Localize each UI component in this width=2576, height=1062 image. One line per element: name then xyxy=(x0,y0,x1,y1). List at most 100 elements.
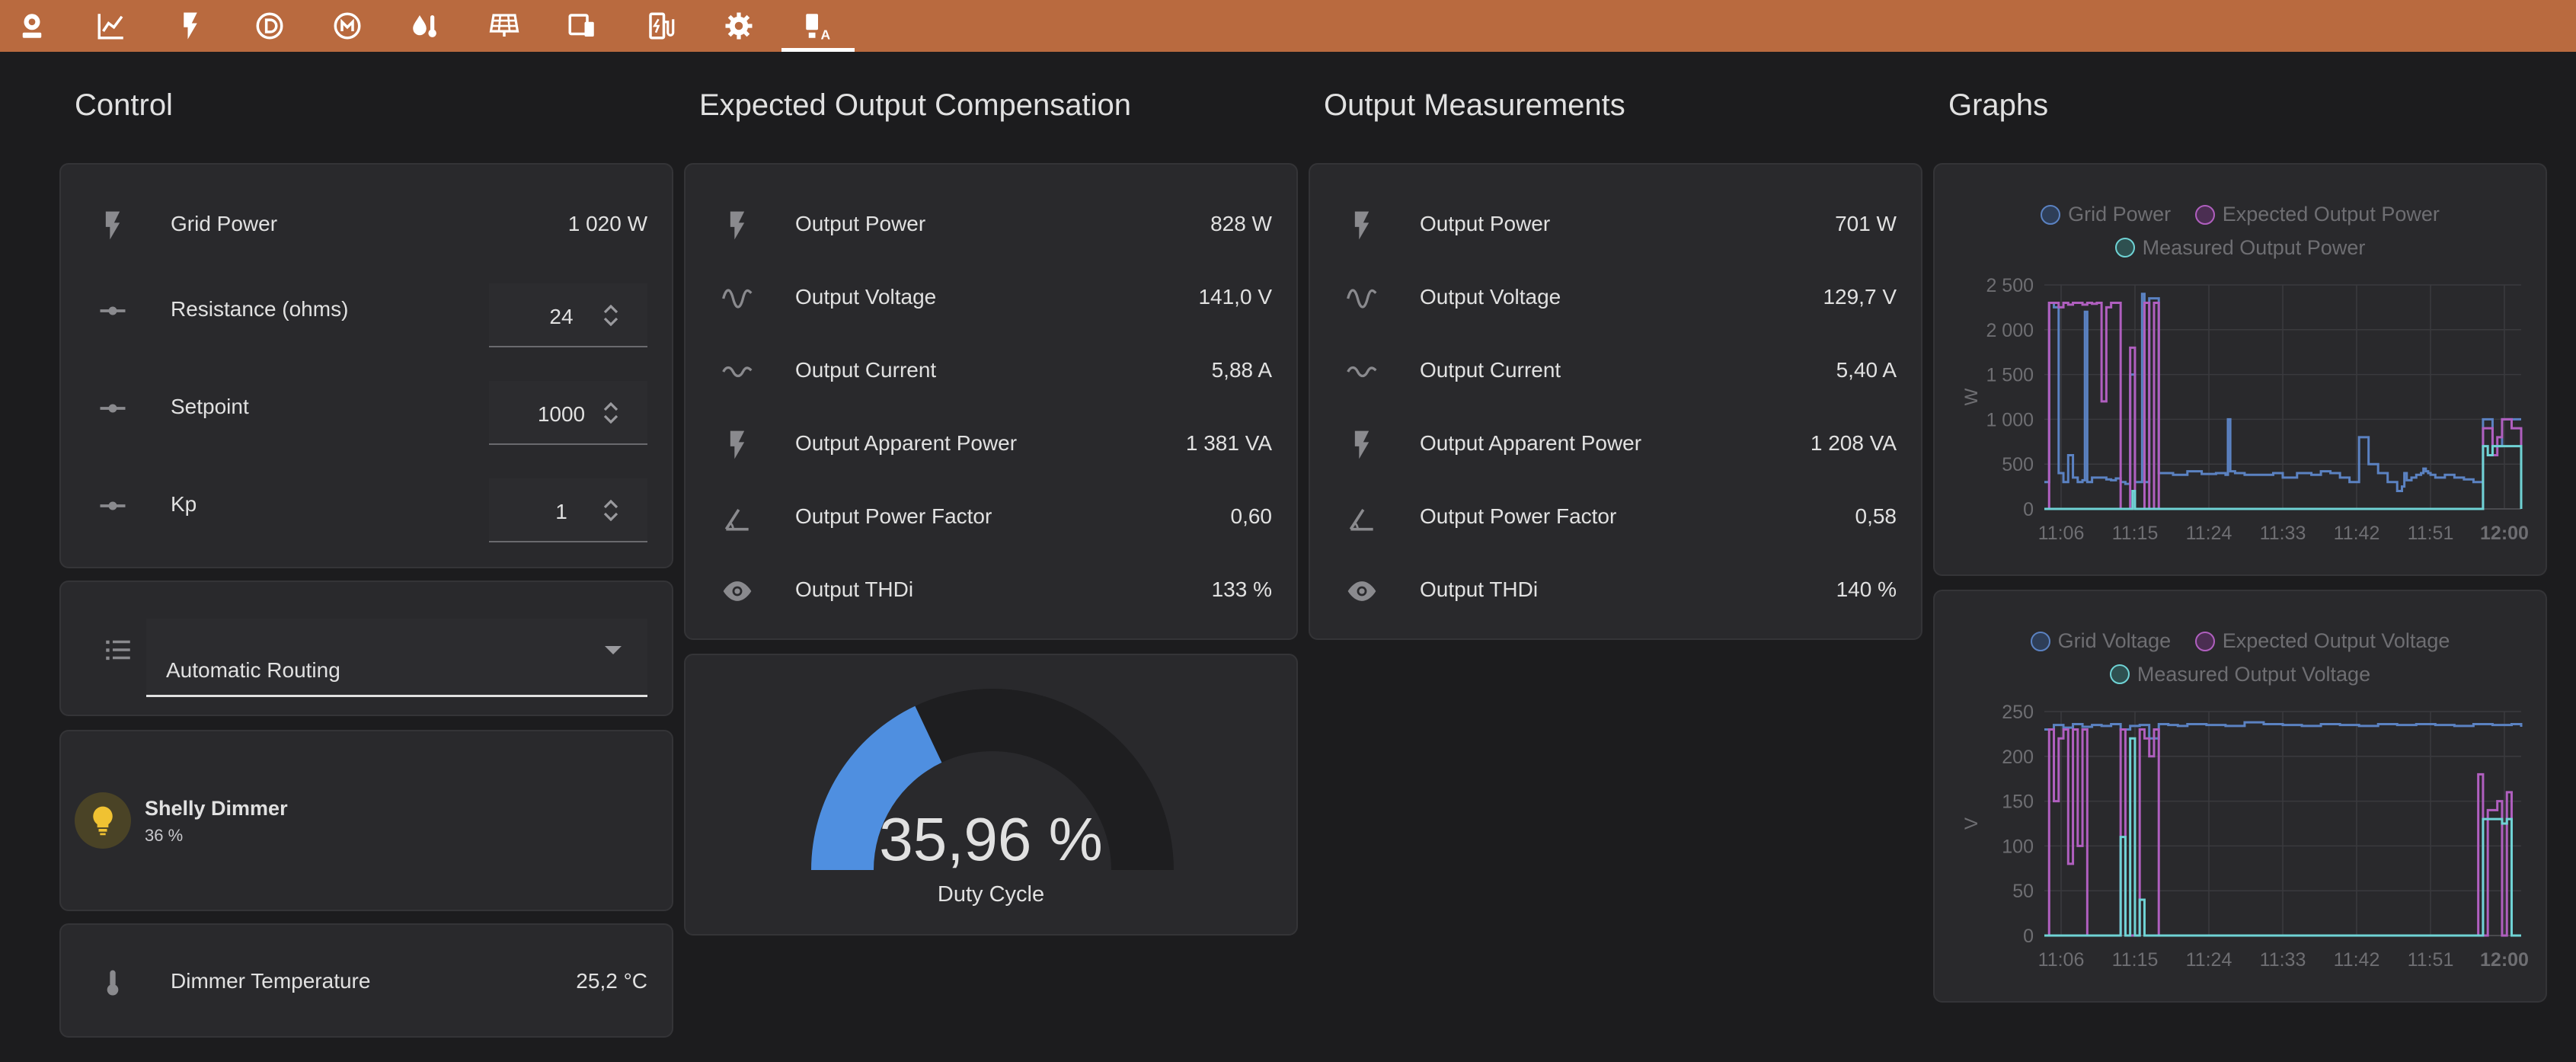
resistance-input[interactable]: 24 xyxy=(489,283,647,347)
tab-router[interactable]: A xyxy=(781,0,855,52)
power-graph-card[interactable]: Grid Power Expected Output Power Measure… xyxy=(1933,163,2547,576)
chart-line-icon xyxy=(97,14,123,40)
duty-cycle-gauge-card[interactable]: 35,96 % Duty Cycle xyxy=(684,654,1298,936)
expected-label: Output THDi xyxy=(795,577,914,601)
y-tick-label: 0 xyxy=(2023,499,2034,520)
x-tick-label: 11:51 xyxy=(2408,949,2454,971)
y-tick-label: 150 xyxy=(2002,792,2034,813)
measurement-label: Output Power xyxy=(1420,212,1551,235)
temperature-label: Dimmer Temperature xyxy=(171,969,371,993)
expected-row[interactable]: Output Power Factor 0,60 xyxy=(686,481,1296,555)
measurement-row[interactable]: Output Apparent Power 1 208 VA xyxy=(1310,408,1921,481)
graphs-title: Graphs xyxy=(1948,88,2049,122)
bulb-icon[interactable] xyxy=(75,792,131,849)
tab-energy[interactable] xyxy=(154,0,227,52)
measurement-value: 701 W xyxy=(1835,212,1897,235)
tab-history[interactable] xyxy=(75,0,148,52)
alpha-m-circle-icon xyxy=(334,12,361,40)
expected-label: Output Power Factor xyxy=(795,504,992,528)
measurement-row[interactable]: Output Power Factor 0,58 xyxy=(1310,481,1921,555)
grid-power-row[interactable]: Grid Power 1 020 W xyxy=(61,189,672,262)
measurement-row[interactable]: Output Voltage 129,7 V xyxy=(1310,262,1921,335)
measurement-row[interactable]: Output THDi 140 % xyxy=(1310,555,1921,628)
top-navigation-bar: A xyxy=(0,0,2576,52)
tab-charging[interactable] xyxy=(625,0,698,52)
setpoint-input[interactable]: 1000 xyxy=(489,381,647,445)
expected-label: Output Current xyxy=(795,358,937,382)
sine-wave-icon xyxy=(1345,282,1379,315)
flash-icon xyxy=(1345,428,1379,462)
cog-icon xyxy=(725,12,753,40)
tab-devices[interactable] xyxy=(545,0,618,52)
gauge-value: 35,96 % xyxy=(879,805,1103,873)
water-thermometer-icon xyxy=(413,15,436,37)
grid-power-label: Grid Power xyxy=(171,212,278,235)
voltage-chart: 0 50 100 150 200 250 11:06 11:15 11:24 11:33 11:42… xyxy=(1961,702,2529,971)
measurement-label: Output Power Factor xyxy=(1420,504,1617,528)
tab-settings[interactable] xyxy=(702,0,775,52)
resistance-label: Resistance (ohms) xyxy=(171,297,349,321)
kp-input[interactable]: 1 xyxy=(489,478,647,542)
temperature-row[interactable]: Dimmer Temperature 25,2 °C xyxy=(61,946,672,1019)
tab-webcam[interactable] xyxy=(0,0,69,52)
expected-value: 141,0 V xyxy=(1198,285,1272,309)
y-tick-label: 100 xyxy=(2002,836,2034,857)
control-card: Grid Power 1 020 W Resistance (ohms) 24 … xyxy=(59,163,673,568)
measurement-row[interactable]: Output Power 701 W xyxy=(1310,189,1921,262)
tab-solar[interactable] xyxy=(468,0,541,52)
y-tick-label: 250 xyxy=(2002,702,2034,723)
routing-mode-select[interactable]: Automatic Routing xyxy=(146,619,647,697)
y-tick-label: 0 xyxy=(2023,926,2034,947)
resistance-value: 24 xyxy=(549,305,574,328)
expected-row[interactable]: Output Voltage 141,0 V xyxy=(686,262,1296,335)
voltage-graph-card[interactable]: Grid Voltage Expected Output Voltage Mea… xyxy=(1933,590,2547,1003)
y-tick-label: 2 500 xyxy=(1986,275,2034,296)
expected-row[interactable]: Output Power 828 W xyxy=(686,189,1296,262)
measurement-label: Output Voltage xyxy=(1420,285,1561,309)
tab-d[interactable] xyxy=(233,0,306,52)
dimmer-card[interactable]: Shelly Dimmer 36 % xyxy=(59,730,673,911)
flash-icon xyxy=(1345,209,1379,242)
expected-label: Output Voltage xyxy=(795,285,937,309)
spinner-icon[interactable] xyxy=(602,500,620,521)
current-ac-icon xyxy=(721,355,754,389)
x-tick-label: 11:24 xyxy=(2186,523,2232,544)
resistance-row: Resistance (ohms) 24 xyxy=(61,274,672,347)
gauge-label: Duty Cycle xyxy=(937,882,1045,907)
x-tick-label: 11:42 xyxy=(2334,949,2380,971)
kp-label: Kp xyxy=(171,492,197,516)
spinner-icon[interactable] xyxy=(602,305,620,326)
expected-row[interactable]: Output Apparent Power 1 381 VA xyxy=(686,408,1296,481)
power-chart: 0 500 1 000 1 500 2 000 2 500 11:06 11:15 11:24 1… xyxy=(1961,275,2529,544)
tab-water-heater[interactable] xyxy=(388,0,462,52)
x-tick-label: 12:00 xyxy=(2480,949,2529,971)
ev-plug-a-icon: A xyxy=(806,14,831,42)
flash-icon xyxy=(721,209,754,242)
chevron-down-icon[interactable] xyxy=(605,646,622,654)
temperature-value: 25,2 °C xyxy=(576,969,647,993)
dimmer-state: 36 % xyxy=(145,826,184,845)
measurement-label: Output Apparent Power xyxy=(1420,431,1642,455)
y-axis-label: W xyxy=(1961,388,1982,405)
y-tick-label: 1 000 xyxy=(1986,409,2034,430)
expected-value: 1 381 VA xyxy=(1185,431,1272,455)
tab-m[interactable] xyxy=(311,0,384,52)
thermometer-icon xyxy=(96,966,129,1000)
setpoint-label: Setpoint xyxy=(171,395,249,418)
expected-row[interactable]: Output Current 5,88 A xyxy=(686,335,1296,408)
x-tick-label: 11:33 xyxy=(2260,523,2306,544)
expected-row[interactable]: Output THDi 133 % xyxy=(686,555,1296,628)
y-tick-label: 2 000 xyxy=(1986,320,2034,341)
spinner-icon[interactable] xyxy=(602,402,620,424)
expected-value: 828 W xyxy=(1210,212,1272,235)
temperature-card: Dimmer Temperature 25,2 °C xyxy=(59,923,673,1038)
angle-acute-icon xyxy=(721,501,754,535)
x-tick-label: 11:24 xyxy=(2186,949,2232,971)
measurement-value: 0,58 xyxy=(1855,504,1897,528)
measurement-row[interactable]: Output Current 5,40 A xyxy=(1310,335,1921,408)
alpha-d-circle-icon xyxy=(256,12,283,40)
ev-station-icon xyxy=(649,12,675,40)
x-tick-label: 11:15 xyxy=(2112,949,2159,971)
x-tick-label: 11:42 xyxy=(2334,523,2380,544)
setpoint-row: Setpoint 1000 xyxy=(61,372,672,445)
